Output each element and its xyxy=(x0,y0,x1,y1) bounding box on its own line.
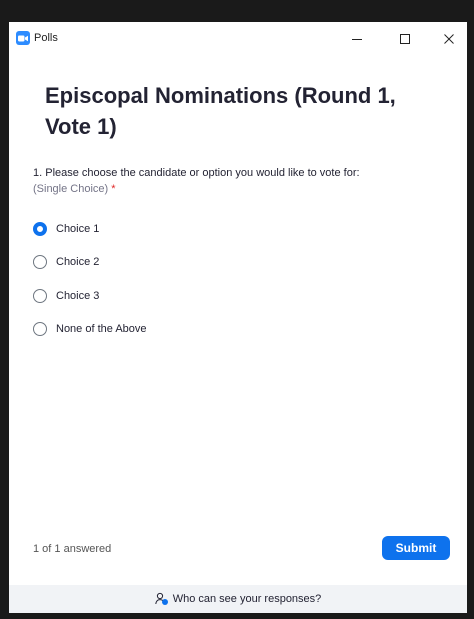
options-list: Choice 1 Choice 2 Choice 3 None of the A… xyxy=(33,212,433,346)
poll-title: Episcopal Nominations (Round 1, Vote 1) xyxy=(45,83,396,139)
radio-button[interactable] xyxy=(33,322,47,337)
radio-button[interactable] xyxy=(33,288,47,303)
option-label: Choice 1 xyxy=(56,222,100,235)
question-text: 1. Please choose the candidate or option… xyxy=(33,167,360,179)
minimize-icon xyxy=(352,39,362,40)
privacy-people-icon xyxy=(155,592,169,606)
required-marker: * xyxy=(111,183,116,195)
submit-button[interactable]: Submit xyxy=(382,536,450,560)
option-label: Choice 2 xyxy=(56,256,100,269)
window-title: Polls xyxy=(34,32,58,44)
zoom-video-icon xyxy=(16,31,30,45)
polls-window: Polls Episcopal Nominations (Round 1, Vo… xyxy=(9,22,467,613)
option-none-of-the-above[interactable]: None of the Above xyxy=(33,313,433,347)
option-label: None of the Above xyxy=(56,323,147,336)
close-button[interactable] xyxy=(431,26,467,52)
answered-count: 1 of 1 answered xyxy=(33,543,112,555)
privacy-link[interactable]: Who can see your responses? xyxy=(9,585,467,613)
option-label: Choice 3 xyxy=(56,289,100,302)
minimize-button[interactable] xyxy=(339,26,375,52)
option-choice-3[interactable]: Choice 3 xyxy=(33,279,433,313)
title-bar[interactable]: Polls xyxy=(9,22,467,56)
option-choice-1[interactable]: Choice 1 xyxy=(33,212,433,246)
radio-button[interactable] xyxy=(33,255,47,270)
question-type-label: (Single Choice) * xyxy=(33,181,116,197)
option-choice-2[interactable]: Choice 2 xyxy=(33,246,433,280)
radio-button[interactable] xyxy=(33,221,47,236)
maximize-icon xyxy=(400,34,410,44)
close-icon xyxy=(444,34,454,44)
privacy-link-text: Who can see your responses? xyxy=(172,593,322,605)
question-type-text: (Single Choice) xyxy=(33,183,109,195)
maximize-button[interactable] xyxy=(387,26,423,52)
